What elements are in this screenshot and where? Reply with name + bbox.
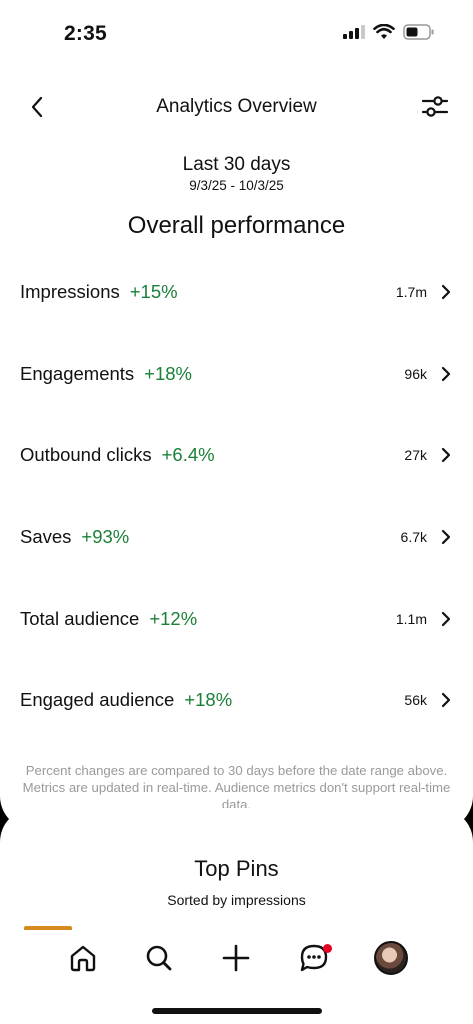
header: Analytics Overview — [0, 86, 473, 130]
metric-row-saves[interactable]: Saves +93% 6.7k — [0, 512, 473, 562]
metric-value: 6.7k — [400, 529, 427, 545]
nav-messages[interactable] — [294, 938, 334, 978]
metric-change: +15% — [129, 281, 178, 302]
metric-name: Engaged audience — [20, 689, 175, 710]
metric-row-engaged-audience[interactable]: Engaged audience +18% 56k — [0, 675, 473, 725]
metric-name: Outbound clicks — [20, 444, 152, 465]
date-range-label[interactable]: Last 30 days — [0, 154, 473, 176]
battery-icon — [403, 24, 434, 40]
metric-change: +12% — [149, 608, 198, 629]
metric-value: 27k — [404, 447, 427, 463]
avatar — [374, 941, 408, 975]
date-range-dates: 9/3/25 - 10/3/25 — [189, 178, 284, 193]
metric-change: +18% — [144, 363, 193, 384]
top-pins-sort-label[interactable]: Sorted by impressions — [0, 892, 473, 908]
search-icon — [146, 945, 172, 971]
plus-icon — [222, 944, 250, 972]
nav-create[interactable] — [216, 938, 256, 978]
nav-profile[interactable] — [371, 938, 411, 978]
page-title: Analytics Overview — [156, 96, 317, 117]
metric-value: 1.7m — [395, 284, 427, 300]
overall-performance-title: Overall performance — [127, 212, 346, 239]
filter-button[interactable] — [419, 92, 451, 122]
metric-row-engagements[interactable]: Engagements +18% 96k — [0, 349, 473, 399]
metric-value: 96k — [404, 366, 427, 382]
metric-name: Total audience — [20, 608, 140, 629]
metric-change: +6.4% — [161, 444, 215, 465]
metric-value: 1.1m — [395, 611, 427, 627]
wifi-icon — [373, 24, 395, 39]
status-icons — [343, 24, 435, 40]
chevron-right-icon — [441, 529, 453, 545]
chevron-right-icon — [441, 366, 453, 382]
metric-row-total-audience[interactable]: Total audience +12% 1.1m — [0, 594, 473, 644]
metric-value: 56k — [404, 692, 427, 708]
chevron-right-icon — [441, 447, 453, 463]
overview-card: 2:35 Analytics Overview Last 30 days 9/3… — [0, 0, 473, 830]
cellular-signal-icon — [343, 25, 365, 39]
metric-change: +18% — [184, 689, 233, 710]
top-pins-title: Top Pins — [194, 856, 279, 881]
notification-badge — [323, 944, 332, 953]
home-icon — [70, 945, 96, 972]
metric-change: +93% — [81, 526, 130, 547]
chevron-right-icon — [441, 284, 453, 300]
sliders-icon — [421, 96, 449, 117]
metric-name: Impressions — [20, 281, 120, 302]
metrics-footnote: Percent changes are compared to 30 days … — [22, 763, 451, 813]
nav-home[interactable] — [63, 938, 103, 978]
chevron-right-icon — [441, 692, 453, 708]
home-indicator — [152, 1008, 322, 1014]
nav-search[interactable] — [139, 938, 179, 978]
chevron-right-icon — [441, 611, 453, 627]
metric-name: Engagements — [20, 363, 135, 384]
metric-row-outbound-clicks[interactable]: Outbound clicks +6.4% 27k — [0, 430, 473, 480]
metric-name: Saves — [20, 526, 72, 547]
analytics-screen: 2:35 Analytics Overview Last 30 days 9/3… — [0, 0, 473, 1024]
status-time: 2:35 — [64, 22, 107, 45]
metric-row-impressions[interactable]: Impressions +15% 1.7m — [0, 267, 473, 317]
